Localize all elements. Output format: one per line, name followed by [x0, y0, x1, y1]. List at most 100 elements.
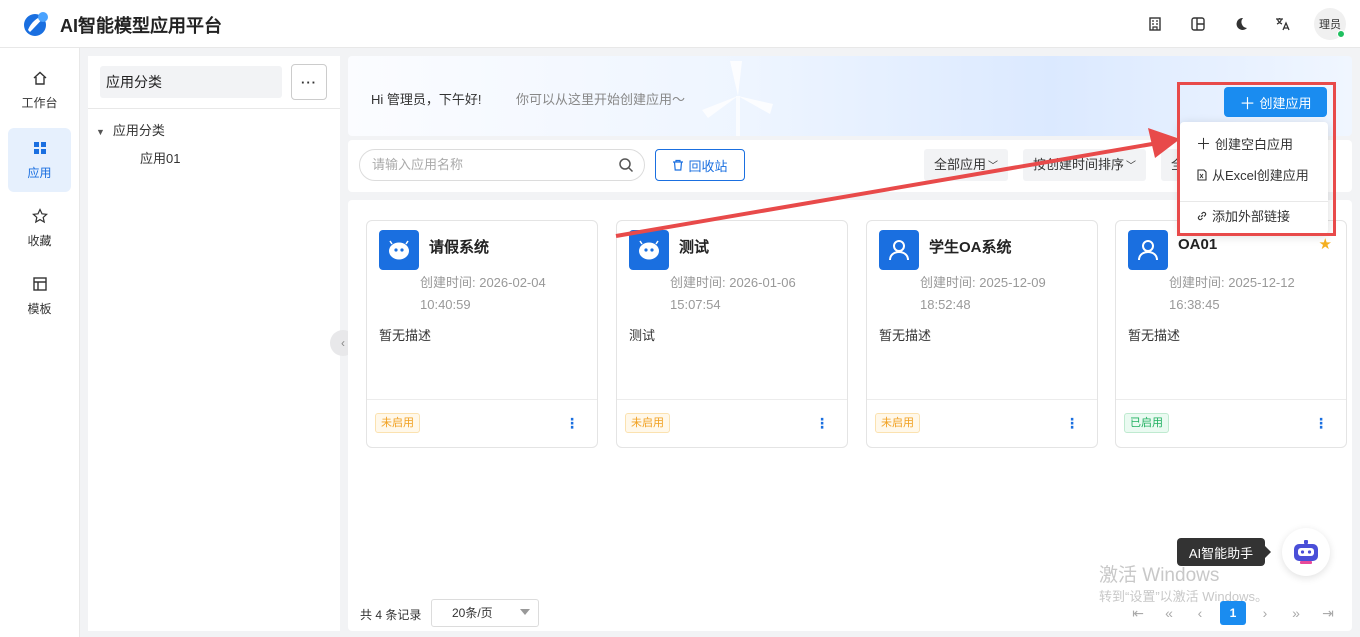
nav-item-workbench[interactable]: 工作台: [8, 58, 71, 122]
sort-select[interactable]: 按创建时间排序 ﹀: [1023, 149, 1147, 181]
robot-icon: [379, 230, 419, 270]
created-time: 创建时间: 2025-12-12 16:38:45: [1169, 272, 1339, 316]
moon-icon[interactable]: [1231, 14, 1251, 34]
top-bar: AI智能模型应用平台 理员: [0, 0, 1360, 48]
recycle-bin-label: 回收站: [688, 158, 728, 174]
created-time: 创建时间: 2026-02-04 10:40:59: [420, 272, 590, 316]
windmill-decoration-icon: [702, 61, 773, 136]
annotation-highlight-box: [1177, 82, 1336, 236]
nav-item-favorites[interactable]: 收藏: [8, 196, 71, 260]
tree-node-root[interactable]: ▼ 应用分类: [96, 120, 165, 139]
next-jump-icon[interactable]: »: [1286, 602, 1306, 624]
more-vertical-icon[interactable]: ⋮: [815, 415, 829, 431]
star-filled-icon[interactable]: ★: [1319, 235, 1332, 253]
created-clock: 18:52:48: [920, 297, 971, 312]
nav-label-apps: 应用: [27, 165, 52, 180]
status-badge: 已启用: [1124, 413, 1169, 433]
prev-jump-icon[interactable]: «: [1159, 602, 1179, 624]
created-date: 创建时间: 2026-02-04: [420, 275, 546, 290]
app-card[interactable]: 请假系统 创建时间: 2026-02-04 10:40:59 暂无描述 未启用 ⋮: [366, 220, 598, 448]
app-name: 学生OA系统: [929, 239, 1012, 256]
app-logo-icon: [24, 12, 48, 36]
divider: [617, 399, 847, 400]
trash-icon: [673, 159, 684, 171]
tree-node-child[interactable]: 应用01: [140, 148, 180, 167]
more-vertical-icon[interactable]: ⋮: [1065, 415, 1079, 431]
chevron-down-icon: ﹀: [988, 161, 999, 172]
translate-icon[interactable]: [1272, 14, 1292, 34]
created-time: 创建时间: 2025-12-09 18:52:48: [920, 272, 1090, 316]
status-badge: 未启用: [375, 413, 420, 433]
layout-icon[interactable]: [1188, 14, 1208, 34]
created-clock: 15:07:54: [670, 297, 721, 312]
status-badge: 未启用: [875, 413, 920, 433]
template-icon: [32, 276, 47, 291]
activation-watermark-title: 激活 Windows: [1099, 565, 1220, 586]
filter-select[interactable]: 全部应用 ﹀: [924, 149, 1009, 181]
tree-node-label: 应用分类: [112, 123, 165, 138]
app-description: 测试: [629, 328, 656, 343]
user-icon: [879, 230, 919, 270]
app-name: 测试: [679, 239, 710, 256]
created-date: 创建时间: 2025-12-12: [1169, 275, 1295, 290]
divider: [88, 108, 340, 109]
sort-select-label: 按创建时间排序: [1033, 157, 1125, 172]
app-card[interactable]: OA01 ★ 创建时间: 2025-12-12 16:38:45 暂无描述 已启用…: [1115, 220, 1347, 448]
caret-down-icon[interactable]: ▼: [96, 127, 105, 137]
app-description: 暂无描述: [1128, 328, 1181, 343]
app-name: 请假系统: [429, 239, 490, 256]
recycle-bin-button[interactable]: 回收站: [655, 149, 745, 181]
apps-grid-icon: [33, 141, 46, 154]
avatar[interactable]: 理员: [1314, 8, 1346, 40]
filter-select-label: 全部应用: [934, 157, 987, 172]
more-vertical-icon[interactable]: ⋮: [565, 415, 579, 431]
app-card[interactable]: 学生OA系统 创建时间: 2025-12-09 18:52:48 暂无描述 未启用…: [866, 220, 1098, 448]
app-card[interactable]: 测试 创建时间: 2026-01-06 15:07:54 测试 未启用 ⋮: [616, 220, 848, 448]
status-badge: 未启用: [625, 413, 670, 433]
greeting-text: Hi 管理员，下午好!: [371, 92, 482, 107]
caret-down-icon: [520, 609, 530, 615]
app-title: AI智能模型应用平台: [60, 16, 222, 36]
online-status-dot: [1337, 30, 1345, 38]
page-number-current[interactable]: 1: [1220, 601, 1246, 625]
next-page-icon[interactable]: ›: [1255, 602, 1275, 624]
created-date: 创建时间: 2025-12-09: [920, 275, 1046, 290]
divider: [867, 399, 1097, 400]
avatar-text: 理员: [1319, 19, 1341, 31]
chevron-left-icon: ‹: [341, 336, 345, 350]
search-input[interactable]: 请输入应用名称: [359, 149, 645, 181]
prev-page-icon[interactable]: ‹: [1190, 602, 1210, 624]
app-name: OA01: [1178, 236, 1218, 253]
user-icon: [1128, 230, 1168, 270]
more-vertical-icon[interactable]: ⋮: [1314, 415, 1328, 431]
divider: [367, 399, 597, 400]
side-nav: 工作台 应用 收藏 模板: [0, 48, 80, 637]
home-icon: [33, 71, 46, 85]
first-page-icon[interactable]: ⇤: [1128, 602, 1148, 624]
search-icon[interactable]: [618, 157, 634, 173]
nav-label-workbench: 工作台: [21, 95, 58, 110]
nav-label-favorites: 收藏: [27, 233, 52, 248]
created-time: 创建时间: 2026-01-06 15:07:54: [670, 272, 840, 316]
building-icon[interactable]: [1145, 14, 1165, 34]
greeting-subtitle: 你可以从这里开始创建应用～: [516, 92, 686, 107]
created-clock: 16:38:45: [1169, 297, 1220, 312]
search-placeholder: 请输入应用名称: [372, 157, 464, 172]
robot-icon: [629, 230, 669, 270]
star-outline-icon: [31, 207, 48, 223]
nav-item-templates[interactable]: 模板: [8, 264, 71, 328]
nav-item-apps[interactable]: 应用: [8, 128, 71, 192]
more-button[interactable]: ···: [291, 64, 327, 100]
created-clock: 10:40:59: [420, 297, 471, 312]
chevron-down-icon: ﹀: [1126, 161, 1137, 172]
page-size-label: 20条/页: [452, 606, 493, 620]
last-page-icon[interactable]: ⇥: [1318, 602, 1338, 624]
ai-assistant-button[interactable]: [1282, 528, 1330, 576]
total-records: 共 4 条记录: [360, 608, 422, 622]
nav-label-templates: 模板: [27, 301, 52, 316]
page-size-select[interactable]: 20条/页: [431, 599, 539, 627]
category-panel: 应用分类 ··· ▼ 应用分类 应用01: [88, 56, 340, 631]
divider: [1116, 399, 1346, 400]
app-description: 暂无描述: [379, 328, 432, 343]
robot-icon: [1294, 540, 1318, 564]
